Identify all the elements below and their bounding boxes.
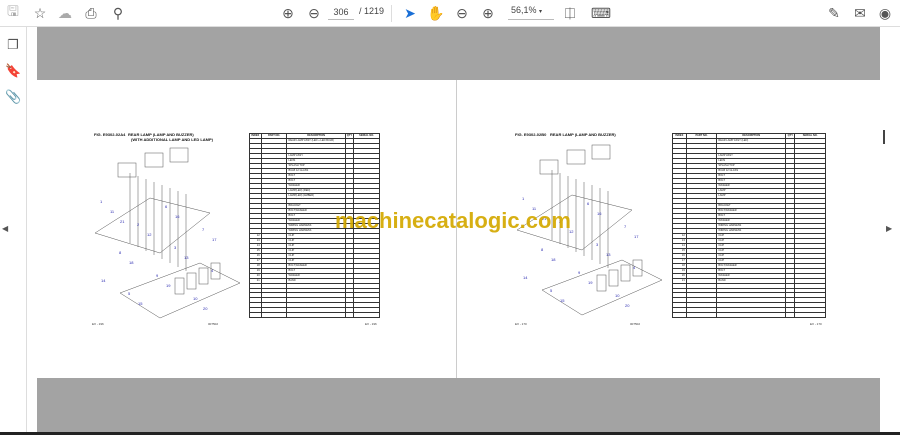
callout-number: 16 [597,211,602,216]
zoom-out-icon[interactable]: ⊖ [453,4,471,22]
index-cell [672,312,687,318]
callout-number: 9 [578,270,581,275]
callout-number: 8 [541,247,544,252]
callout-number: 9 [156,273,159,278]
sign-icon[interactable]: ✎ [825,4,843,22]
pages-icon[interactable]: ❐ [5,37,21,53]
callout-number: 5 [128,291,131,296]
qty-cell [785,312,796,318]
callout-number: 3 [174,245,177,250]
serial-cell [794,312,826,318]
table-row [672,312,826,318]
description-cell [286,312,346,318]
save-icon[interactable]: 🖫 [4,3,22,22]
expand-right-panel-arrow-icon[interactable]: ▶ [886,224,892,233]
part-no-cell [260,312,288,318]
callout-number: 18 [129,260,134,265]
zoom-in-icon[interactable]: ⊕ [479,4,497,22]
callout-number: 2 [137,222,140,227]
callout-number: 15 [138,301,143,306]
callout-number: 6 [165,204,168,209]
total-pages: / 1219 [359,6,385,16]
callout-number: 7 [202,227,205,232]
callout-number: 20 [203,306,208,311]
zoom-value: 56,1% [511,5,537,15]
serial-cell [353,312,380,318]
description-cell [716,312,787,318]
footer-code: 007502 [630,322,641,326]
callout-number: 21 [120,219,125,224]
callout-number: 10 [193,296,198,301]
table-header-row: INDEX PART NO. DESCRIPTION QTY SERIAL NO. [249,133,380,139]
table-header-row: INDEX PART NO. DESCRIPTION QTY SERIAL NO. [672,133,826,139]
toolbar-divider [391,5,392,22]
page-up-icon[interactable]: ⊕ [279,4,297,22]
callout-number: 6 [587,201,590,206]
footer-page-left: EX - 170 [515,322,527,326]
figure-number: FIG. E9302-02A4 [94,132,126,137]
callout-number: 1 [522,196,525,201]
attachments-icon[interactable]: 📎 [5,89,21,105]
callout-number: 19 [166,283,171,288]
scroll-mode-icon[interactable]: ⌨ [591,4,611,22]
figure-title: REAR LAMP (LAMP AND BUZZER) [550,132,616,137]
exploded-diagram: 123456789101112131415161718192021 [94,147,240,319]
watermark: machinecatalogic.com [335,208,571,233]
upload-cloud-icon[interactable]: ☁ [56,4,74,22]
page-down-icon[interactable]: ⊖ [305,4,323,22]
callout-number: 3 [596,242,599,247]
footer-code: 007502 [208,322,219,326]
page-gap-bottom [37,378,880,432]
toolbar: 🖫 ☆ ☁ ⎙ ⚲ ⊕ ⊖ / 1219 ➤ ✋ ⊖ ⊕ 56,1% ▾ ⎅ ⌨… [0,0,900,27]
page-gap-top [37,27,880,80]
callout-number: 20 [625,303,630,308]
print-icon[interactable]: ⎙ [82,4,100,22]
bookmarks-icon[interactable]: 🔖 [5,63,21,79]
callout-number: 18 [551,257,556,262]
expand-left-panel-arrow-icon[interactable]: ◀ [2,224,8,233]
callout-number: 1 [100,199,103,204]
callout-number: 19 [588,280,593,285]
callout-number: 17 [212,237,217,242]
callout-number: 7 [624,224,627,229]
left-sidebar: ❐ 🔖 📎 ◀ [0,27,27,435]
scrollbar[interactable]: ▶ [880,27,900,432]
footer-page-right: EX - 170 [810,322,822,326]
callout-number: 17 [634,234,639,239]
footer-page-left: EX - 196 [92,322,104,326]
parts-table: INDEX PART NO. DESCRIPTION QTY SERIAL NO. RE… [672,133,826,318]
callout-number: 13 [606,252,611,257]
figure-subtitle: (WITH ADDITIONAL LAMP AND LED LAMP) [131,137,213,142]
table-row [249,312,380,318]
callout-number: 13 [184,255,189,260]
email-icon[interactable]: ✉ [851,4,869,22]
account-icon[interactable]: ◉ [876,4,894,22]
index-cell [249,312,262,318]
callout-number: 5 [550,288,553,293]
part-no-cell [685,312,718,318]
select-cursor-icon[interactable]: ➤ [401,4,419,22]
callout-number: 16 [175,214,180,219]
callout-number: 8 [119,250,122,255]
qty-cell [344,312,355,318]
search-zoom-icon[interactable]: ⚲ [109,4,127,22]
page-fit-icon[interactable]: ⎅ [561,4,579,22]
bookmark-star-icon[interactable]: ☆ [31,4,49,22]
callout-number: 11 [110,209,115,214]
callout-number: 4 [211,268,214,273]
exploded-diagram: 123456789101112131415161718192021 [516,144,662,316]
callout-number: 15 [560,298,565,303]
callout-number: 10 [615,293,620,298]
callout-number: 4 [633,265,636,270]
callout-number: 14 [523,275,528,280]
callout-number: 12 [147,232,152,237]
hand-pan-icon[interactable]: ✋ [427,4,445,22]
scroll-thumb[interactable] [883,130,885,144]
zoom-level-dropdown[interactable]: 56,1% ▾ [508,5,554,20]
footer-page-right: EX - 196 [365,322,377,326]
callout-number: 14 [101,278,106,283]
figure-number: FIG. E9302-02B0 [515,132,547,137]
page-number-input[interactable] [328,5,354,20]
